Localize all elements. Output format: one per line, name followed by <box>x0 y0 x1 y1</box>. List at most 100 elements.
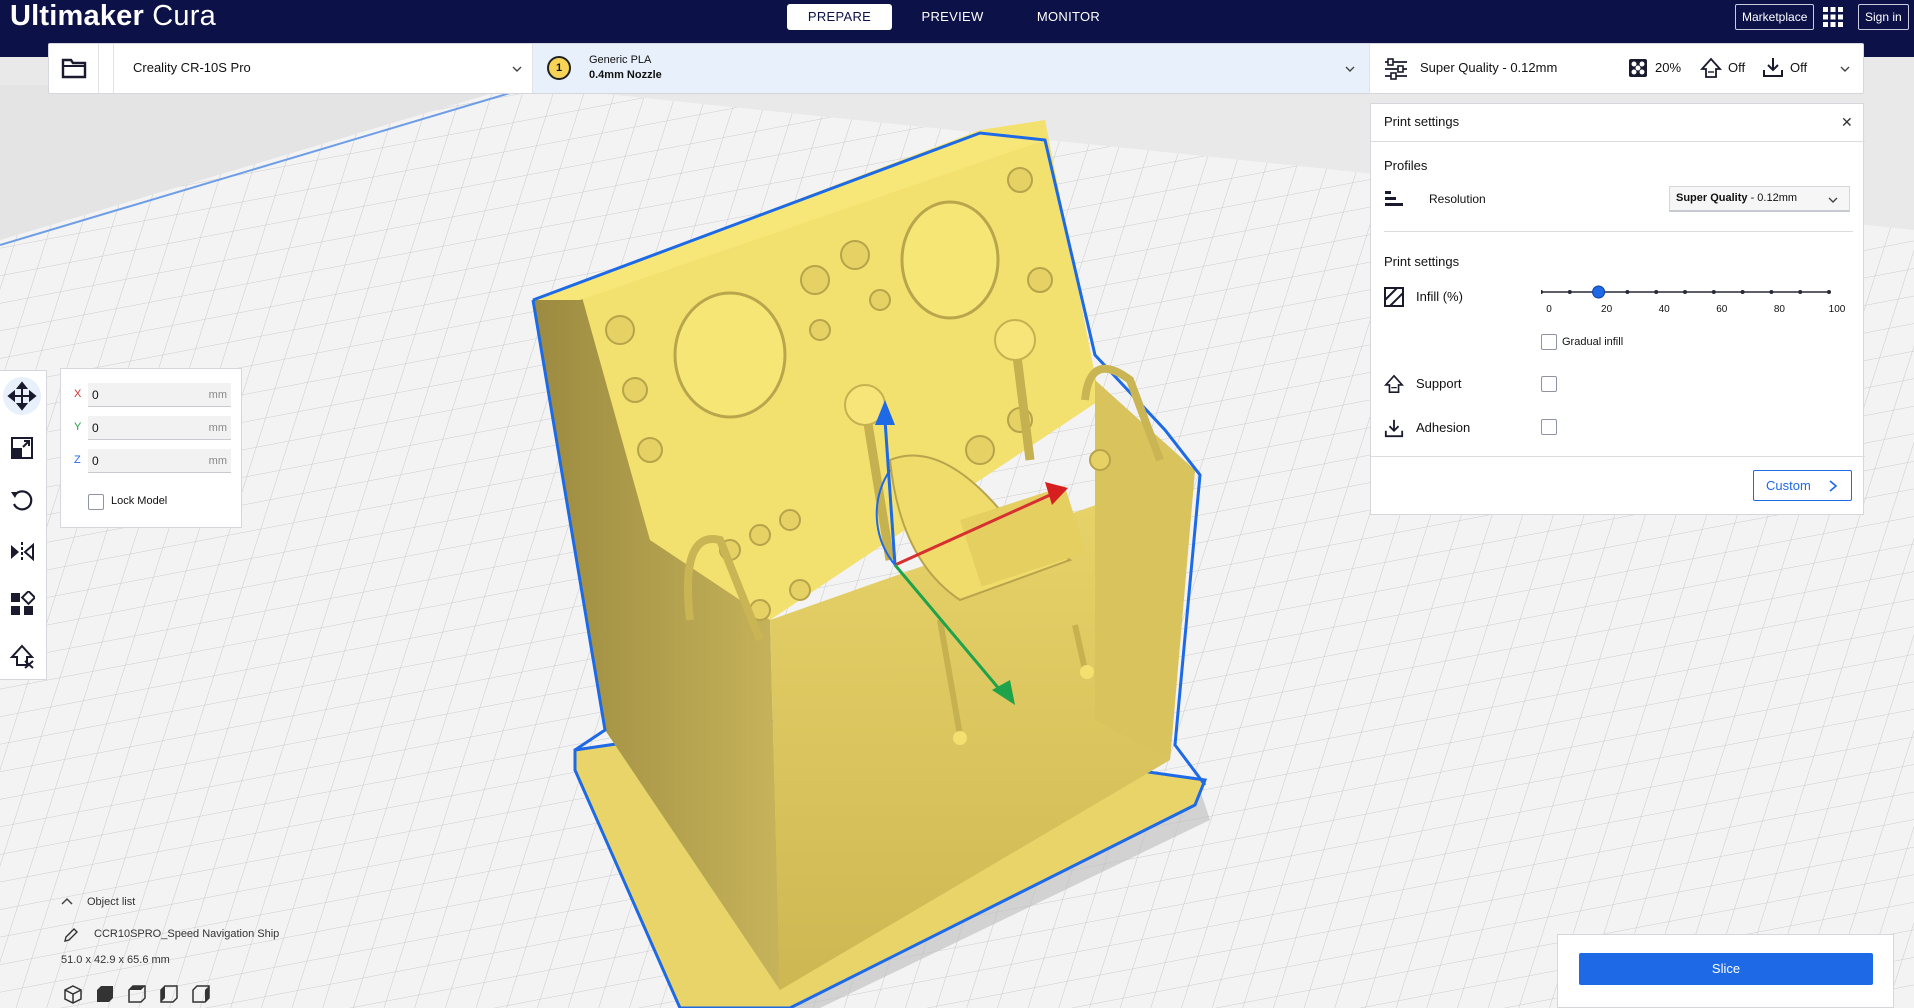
infill-value: 20% <box>1655 60 1682 75</box>
material-selector[interactable]: 1 Generic PLA 0.4mm Nozzle <box>533 44 1369 93</box>
printer-name: Creality CR-10S Pro <box>133 60 251 75</box>
x-position-field[interactable]: 0 mm <box>88 383 231 407</box>
tool-bar <box>0 370 47 680</box>
support-checkbox[interactable] <box>1541 376 1557 392</box>
chevron-down-icon <box>512 66 522 72</box>
infill-slider[interactable] <box>1541 282 1851 302</box>
infill-tick <box>1567 290 1572 294</box>
chevron-right-icon <box>1829 480 1838 492</box>
scale-icon <box>11 437 33 459</box>
gradual-infill-label: Gradual infill <box>1562 336 1624 348</box>
close-icon[interactable]: ✕ <box>1841 114 1853 131</box>
adhesion-icon <box>1384 419 1404 438</box>
lock-model-label: Lock Model <box>111 495 168 507</box>
infill-tick <box>1541 290 1543 294</box>
gradual-infill-checkbox[interactable] <box>1541 334 1557 350</box>
slice-panel: Slice <box>1557 934 1894 1008</box>
move-icon <box>7 381 37 411</box>
infill-tick-label: 20 <box>1601 304 1613 315</box>
infill-tick <box>1798 290 1803 294</box>
move-tool-button[interactable] <box>3 377 41 415</box>
infill-tick-label: 60 <box>1716 304 1728 315</box>
infill-tick <box>1625 290 1630 294</box>
lock-model-checkbox[interactable] <box>88 494 104 510</box>
support-icon <box>1384 374 1404 393</box>
material-name: Generic PLA <box>589 54 652 66</box>
front-view-icon[interactable] <box>95 984 115 1004</box>
resolution-dropdown[interactable]: Super Quality - 0.12mm <box>1669 186 1850 212</box>
infill-tick <box>1683 290 1687 294</box>
object-name[interactable]: CCR10SPRO_Speed Navigation Ship <box>94 928 279 940</box>
infill-icon <box>1629 59 1647 77</box>
apps-grid-icon[interactable] <box>1822 6 1844 28</box>
infill-tick <box>1654 290 1659 294</box>
infill-tick-label: 0 <box>1546 304 1552 315</box>
x-axis-label: X <box>74 388 82 400</box>
infill-tick-label: 80 <box>1773 304 1785 315</box>
folder-icon <box>61 58 87 79</box>
infill-tick-label: 40 <box>1658 304 1670 315</box>
tab-preview[interactable]: PREVIEW <box>900 4 1005 30</box>
object-list-toggle[interactable]: Object list <box>87 896 135 908</box>
z-axis-label: Z <box>74 454 81 466</box>
app-logo: Ultimaker Cura <box>10 0 216 32</box>
object-list: Object list CCR10SPRO_Speed Navigation S… <box>55 896 375 1008</box>
nozzle-name: 0.4mm Nozzle <box>589 69 662 81</box>
per-model-settings-icon <box>11 589 37 615</box>
panel-title: Print settings <box>1384 114 1460 129</box>
mirror-tool-button[interactable] <box>9 539 35 565</box>
sliders-icon <box>1385 58 1407 80</box>
chevron-down-icon <box>1345 66 1355 72</box>
marketplace-button[interactable]: Marketplace <box>1735 4 1815 30</box>
3d-view-icon[interactable] <box>63 984 83 1004</box>
support-blocker-icon <box>9 644 35 669</box>
y-axis-label: Y <box>74 421 82 433</box>
extruder-badge: 1 <box>547 56 571 80</box>
infill-tick <box>1769 290 1774 294</box>
sign-in-button[interactable]: Sign in <box>1858 4 1909 30</box>
infill-tick <box>1827 290 1831 294</box>
infill-label: Infill (%) <box>1416 289 1463 304</box>
infill-pattern-icon <box>1384 287 1404 307</box>
pencil-icon[interactable] <box>63 927 79 943</box>
print-settings-heading: Print settings <box>1384 254 1460 269</box>
adhesion-checkbox[interactable] <box>1541 419 1557 435</box>
adhesion-label: Adhesion <box>1416 420 1471 435</box>
slice-button[interactable]: Slice <box>1579 953 1873 985</box>
resolution-label: Resolution <box>1429 192 1486 206</box>
tab-prepare[interactable]: PREPARE <box>787 4 892 30</box>
resolution-icon <box>1385 191 1403 206</box>
mirror-icon <box>11 542 34 562</box>
printer-config-bar: Creality CR-10S Pro 1 Generic PLA 0.4mm … <box>48 43 1864 94</box>
rotate-tool-button[interactable] <box>9 487 35 513</box>
infill-tick <box>1740 290 1745 294</box>
per-model-settings-button[interactable] <box>9 589 37 617</box>
left-view-icon[interactable] <box>159 984 179 1004</box>
profiles-heading: Profiles <box>1384 158 1428 173</box>
right-view-icon[interactable] <box>191 984 211 1004</box>
rotate-icon <box>11 490 33 511</box>
top-view-icon[interactable] <box>127 984 147 1004</box>
chevron-down-icon <box>1828 197 1838 203</box>
move-tool-panel: X 0 mm Y 0 mm Z 0 mm Lock Model <box>60 368 242 528</box>
scale-tool-button[interactable] <box>9 435 35 461</box>
adhesion-icon <box>1763 58 1783 77</box>
infill-tick <box>1711 290 1716 294</box>
y-position-field[interactable]: 0 mm <box>88 416 231 440</box>
object-dimensions: 51.0 x 42.9 x 65.6 mm <box>61 954 170 966</box>
custom-button[interactable]: Custom <box>1753 470 1852 501</box>
tab-monitor[interactable]: MONITOR <box>1016 4 1121 30</box>
z-position-field[interactable]: 0 mm <box>88 449 231 473</box>
printer-selector[interactable]: Creality CR-10S Pro <box>113 44 533 93</box>
print-settings-selector[interactable]: Super Quality - 0.12mm 20% Off Off <box>1369 44 1863 93</box>
chevron-up-icon[interactable] <box>61 897 73 907</box>
quality-profile-label: Super Quality - 0.12mm <box>1420 60 1558 75</box>
adhesion-value: Off <box>1790 60 1808 75</box>
support-blocker-button[interactable] <box>9 643 35 669</box>
support-icon <box>1700 57 1722 78</box>
support-label: Support <box>1416 376 1462 391</box>
chevron-down-icon <box>1840 66 1850 72</box>
resolution-value: Super Quality - 0.12mm <box>1676 192 1798 204</box>
open-file-button[interactable] <box>49 44 99 93</box>
support-value: Off <box>1728 60 1746 75</box>
